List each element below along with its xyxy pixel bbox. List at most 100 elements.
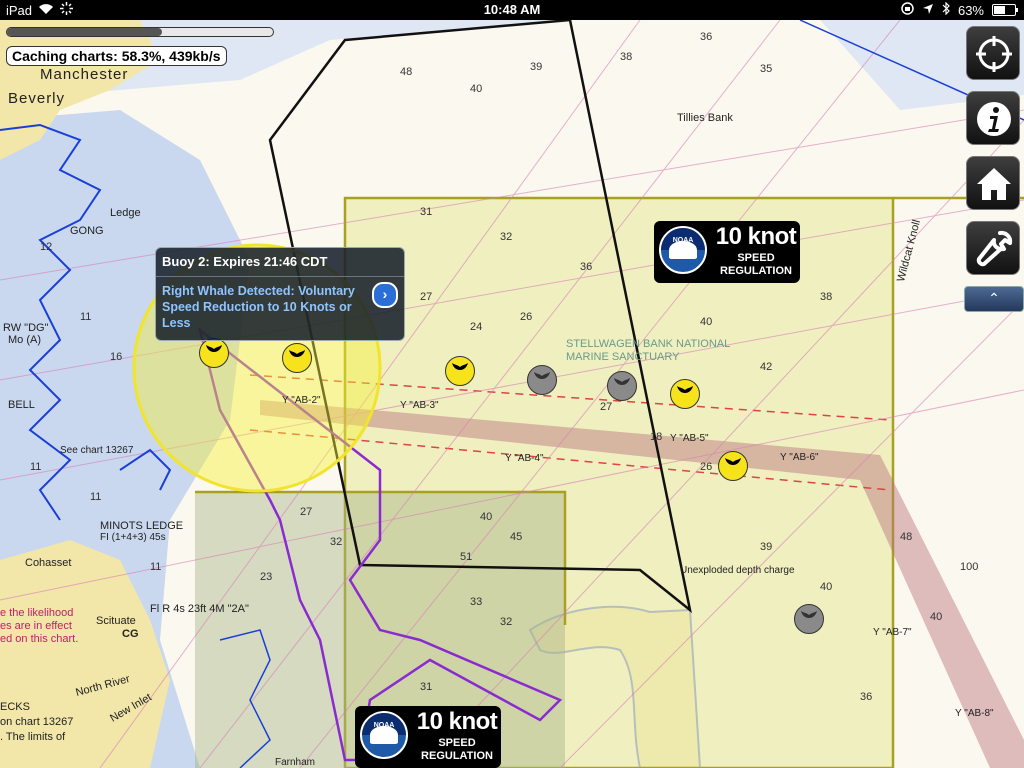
label-cg: CG — [122, 628, 139, 640]
disclosure-button[interactable]: › — [372, 282, 398, 308]
svg-text:11: 11 — [90, 491, 101, 503]
svg-text:38: 38 — [820, 291, 832, 303]
settings-button[interactable] — [966, 221, 1020, 275]
label-likelihood: e the likelihood — [0, 607, 74, 619]
svg-text:31: 31 — [420, 206, 432, 218]
svg-text:26: 26 — [700, 461, 712, 473]
svg-text:48: 48 — [400, 66, 412, 78]
buoy-info-callout[interactable]: Buoy 2: Expires 21:46 CDT Right Whale De… — [155, 247, 405, 341]
label-rw-dg: RW "DG" — [3, 322, 49, 334]
svg-text:31: 31 — [420, 681, 432, 693]
label-gong: GONG — [70, 225, 104, 237]
label-cohasset: Cohasset — [25, 557, 72, 569]
label-beverly: Beverly — [8, 90, 66, 107]
whale-buoy-inactive[interactable] — [527, 365, 557, 395]
label-ab4: Y "AB-4" — [505, 453, 544, 464]
svg-text:27: 27 — [300, 506, 312, 518]
svg-text:48: 48 — [900, 531, 912, 543]
label-unexploded: Unexploded depth charge — [680, 565, 795, 576]
svg-text:36: 36 — [580, 261, 592, 273]
label-fl-r: Fl R 4s 23ft 4M "2A" — [150, 603, 249, 615]
locate-button[interactable] — [966, 26, 1020, 80]
svg-text:11: 11 — [30, 461, 41, 473]
bluetooth-icon — [942, 1, 950, 18]
caching-progress-bar — [6, 27, 274, 37]
speed-regulation-badge[interactable]: NOAA 10 knot SPEED REGULATION — [654, 221, 800, 283]
svg-text:45: 45 — [510, 531, 522, 543]
caching-progress-fill — [7, 28, 163, 36]
callout-title: Buoy 2: Expires 21:46 CDT — [162, 254, 328, 269]
chevron-up-icon: ⌃ — [988, 290, 1000, 306]
label-effect: es are in effect — [0, 620, 72, 632]
whale-tail-icon — [206, 345, 222, 361]
whale-buoy-active[interactable] — [199, 338, 229, 368]
chevron-right-icon: › — [382, 286, 388, 302]
noaa-logo-icon: NOAA — [659, 226, 707, 274]
label-mo-a: Mo (A) — [8, 334, 41, 346]
svg-text:24: 24 — [470, 321, 482, 333]
speed-label: SPEED REGULATION — [720, 252, 792, 277]
speed-limit-text: 10 knot — [416, 708, 498, 735]
svg-text:39: 39 — [530, 61, 542, 73]
collapse-toolbar-button[interactable]: ⌃ — [964, 286, 1024, 312]
whale-buoy-inactive[interactable] — [794, 604, 824, 634]
label-bell: BELL — [8, 399, 35, 411]
wrench-icon — [976, 230, 1013, 267]
whale-tail-icon — [534, 372, 550, 388]
svg-text:40: 40 — [470, 83, 482, 95]
location-arrow-icon — [922, 3, 934, 18]
speed-regulation-badge[interactable]: NOAA 10 knot SPEED REGULATION — [355, 706, 501, 768]
svg-text:27: 27 — [420, 291, 432, 303]
whale-buoy-active[interactable] — [445, 356, 475, 386]
label-manchester: Manchester — [40, 66, 129, 83]
svg-text:11: 11 — [80, 311, 91, 323]
rotation-lock-icon — [901, 2, 914, 18]
whale-tail-icon — [289, 350, 305, 366]
label-on-chart: ed on this chart. — [0, 633, 79, 645]
svg-text:32: 32 — [330, 536, 342, 548]
svg-text:11: 11 — [150, 561, 161, 573]
label-ab7: Y "AB-7" — [873, 627, 912, 638]
svg-text:35: 35 — [760, 63, 772, 75]
clock: 10:48 AM — [483, 2, 541, 17]
label-farnham: Farnham — [275, 757, 316, 768]
speed-limit-text: 10 knot — [715, 223, 797, 250]
battery-level — [994, 6, 1006, 14]
whale-tail-icon — [801, 611, 817, 627]
label-horn: FI (1+4+3) 45s — [100, 532, 166, 543]
svg-text:51: 51 — [460, 551, 472, 563]
home-button[interactable] — [966, 156, 1020, 210]
status-bar: iPad 10:48 AM 63% — [0, 0, 1024, 20]
svg-text:27: 27 — [600, 401, 612, 413]
whale-buoy-active[interactable] — [718, 451, 748, 481]
label-ledge: Ledge — [110, 207, 141, 219]
whale-buoy-active[interactable] — [282, 343, 312, 373]
whale-buoy-active[interactable] — [670, 379, 700, 409]
label-on-chart-13267: on chart 13267 — [0, 716, 74, 728]
chart-graphics: 48 40 39 38 36 35 31 32 36 40 42 38 27 24 26 27 18 2… — [0, 20, 1024, 768]
svg-text:36: 36 — [860, 691, 872, 703]
noaa-logo-icon: NOAA — [360, 711, 408, 759]
svg-text:12: 12 — [40, 241, 52, 253]
label-becks: ECKS — [0, 701, 30, 713]
whale-tail-icon — [452, 363, 468, 379]
svg-text:39: 39 — [760, 541, 772, 553]
whale-buoy-inactive[interactable] — [607, 371, 637, 401]
nautical-chart-map[interactable]: 48 40 39 38 36 35 31 32 36 40 42 38 27 24 26 27 18 2… — [0, 20, 1024, 768]
home-icon — [977, 168, 1011, 200]
label-tillies-bank: Tillies Bank — [677, 112, 733, 124]
svg-text:40: 40 — [700, 316, 712, 328]
label-sanctuary: STELLWAGEN BANK NATIONAL MARINE SANCTUAR… — [566, 338, 730, 363]
label-ab2: Y "AB-2" — [282, 395, 321, 406]
label-minots-ledge: MINOTS LEDGE — [100, 520, 184, 532]
svg-text:32: 32 — [500, 231, 512, 243]
speed-label: SPEED REGULATION — [421, 737, 493, 762]
label-ab5: Y "AB-5" — [670, 433, 709, 444]
svg-text:42: 42 — [760, 361, 772, 373]
svg-text:100: 100 — [960, 561, 978, 573]
label-limits-of: . The limits of — [0, 731, 66, 743]
label-scituate: Scituate — [96, 615, 136, 627]
whale-tail-icon — [677, 386, 693, 402]
svg-text:23: 23 — [260, 571, 272, 583]
info-button[interactable] — [966, 91, 1020, 145]
